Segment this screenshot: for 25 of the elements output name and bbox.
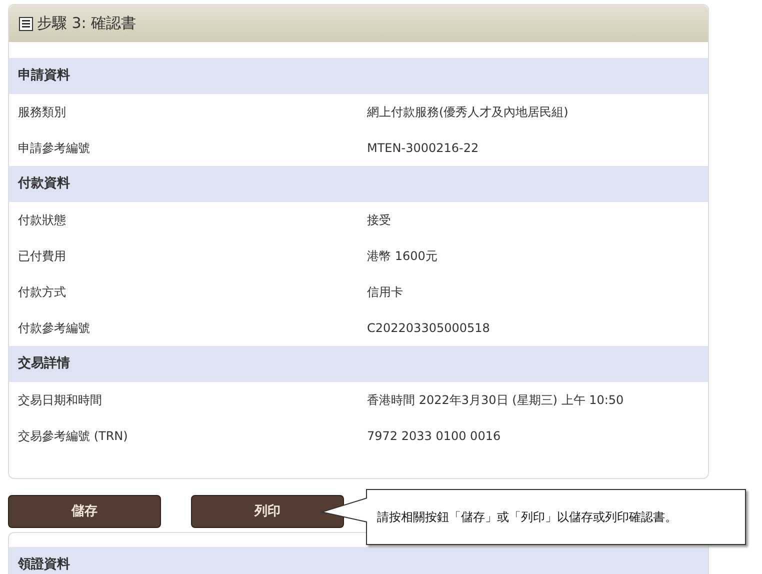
card-title: 步驟 3: 確認書 [37,13,136,34]
section-header: 領證資料 [9,547,708,574]
field-value: 信用卡 [367,284,403,301]
field-label: 付款狀態 [18,212,67,229]
field-label: 交易參考編號 (TRN) [18,428,129,445]
field-value: 接受 [367,212,391,229]
field-value: MTEN-3000216-22 [367,140,479,157]
field-value: 香港時間 2022年3月30日 (星期三) 上午 10:50 [367,392,624,409]
document-icon [19,16,33,30]
field-label: 服務類別 [18,104,67,121]
field-value: C202203305000518 [367,320,490,337]
field-label: 交易日期和時間 [18,392,103,409]
field-label: 申請參考編號 [18,140,91,157]
section-header: 交易詳情 [9,346,708,382]
field-value: 網上付款服務(優秀人才及內地居民組) [367,104,568,121]
field-label: 付款參考編號 [18,320,91,337]
section-header: 付款資料 [9,166,708,202]
field-label: 已付費用 [18,248,67,265]
print-button[interactable]: 列印 [191,495,344,528]
section-header: 申請資料 [9,58,708,94]
callout-tooltip: 請按相關按鈕「儲存」或「列印」以儲存或列印確認書。 [366,489,746,545]
field-value: 7972 2033 0100 0016 [367,428,501,445]
save-button[interactable]: 儲存 [8,495,161,528]
field-label: 付款方式 [18,284,67,301]
field-value: 港幣 1600元 [367,248,438,265]
